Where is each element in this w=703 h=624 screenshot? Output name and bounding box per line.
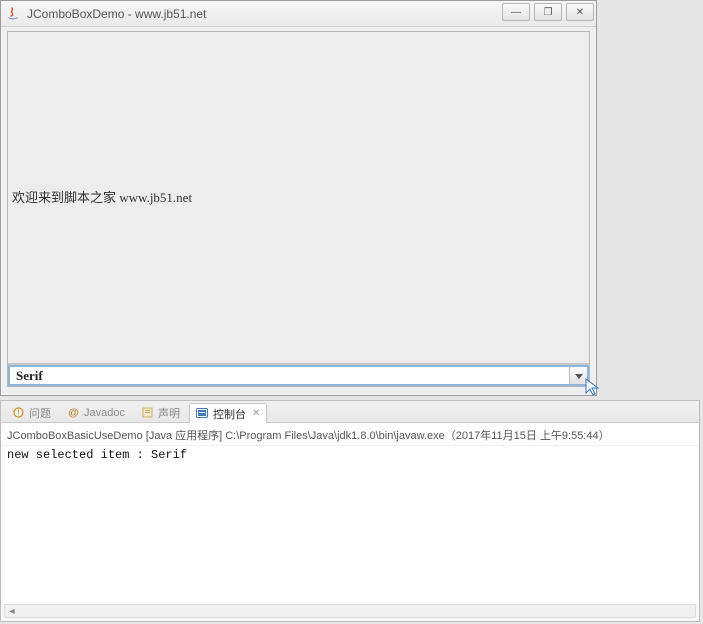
problems-icon (12, 406, 25, 419)
scroll-left-button[interactable]: ◄ (5, 605, 19, 617)
javadoc-icon: @ (67, 406, 80, 419)
text-area[interactable]: 欢迎来到脚本之家 www.jb51.net (8, 32, 589, 364)
tab-label: Javadoc (84, 407, 125, 419)
java-icon (5, 6, 21, 22)
minimize-button[interactable]: — (502, 3, 530, 21)
titlebar[interactable]: JComboBoxDemo - www.jb51.net — ❐ ✕ (1, 1, 596, 27)
close-tab-icon[interactable]: ✕ (252, 408, 260, 419)
font-combobox[interactable]: Serif (8, 364, 589, 386)
close-button[interactable]: ✕ (566, 3, 594, 21)
console-panel: 问题 @ Javadoc 声明 控制台 ✕ JComboBoxBasicUseD… (0, 400, 700, 622)
maximize-button[interactable]: ❐ (534, 3, 562, 21)
combobox-selected-value[interactable]: Serif (8, 365, 569, 386)
tab-declaration[interactable]: 声明 (134, 402, 187, 422)
horizontal-scrollbar[interactable]: ◄ (4, 604, 696, 618)
console-run-header: JComboBoxBasicUseDemo [Java 应用程序] C:\Pro… (1, 423, 699, 446)
desktop: JComboBoxDemo - www.jb51.net — ❐ ✕ 欢迎来到脚… (0, 0, 703, 624)
console-output[interactable]: new selected item : Serif (1, 446, 699, 604)
chevron-down-icon (575, 369, 583, 383)
combobox-dropdown-button[interactable] (569, 365, 589, 386)
content-pane: 欢迎来到脚本之家 www.jb51.net Serif (7, 31, 590, 387)
tab-label: 控制台 (213, 406, 246, 422)
java-window: JComboBoxDemo - www.jb51.net — ❐ ✕ 欢迎来到脚… (0, 0, 597, 396)
window-controls: — ❐ ✕ (498, 3, 594, 21)
tab-label: 声明 (158, 405, 180, 421)
tab-javadoc[interactable]: @ Javadoc (60, 402, 132, 422)
console-line: new selected item : Serif (7, 448, 693, 462)
textarea-content: 欢迎来到脚本之家 www.jb51.net (12, 187, 192, 206)
console-icon (196, 407, 209, 420)
tab-problems[interactable]: 问题 (5, 402, 58, 422)
tab-label: 问题 (29, 405, 51, 421)
tab-console[interactable]: 控制台 ✕ (189, 403, 267, 423)
tab-bar: 问题 @ Javadoc 声明 控制台 ✕ (1, 401, 699, 423)
declaration-icon (141, 406, 154, 419)
